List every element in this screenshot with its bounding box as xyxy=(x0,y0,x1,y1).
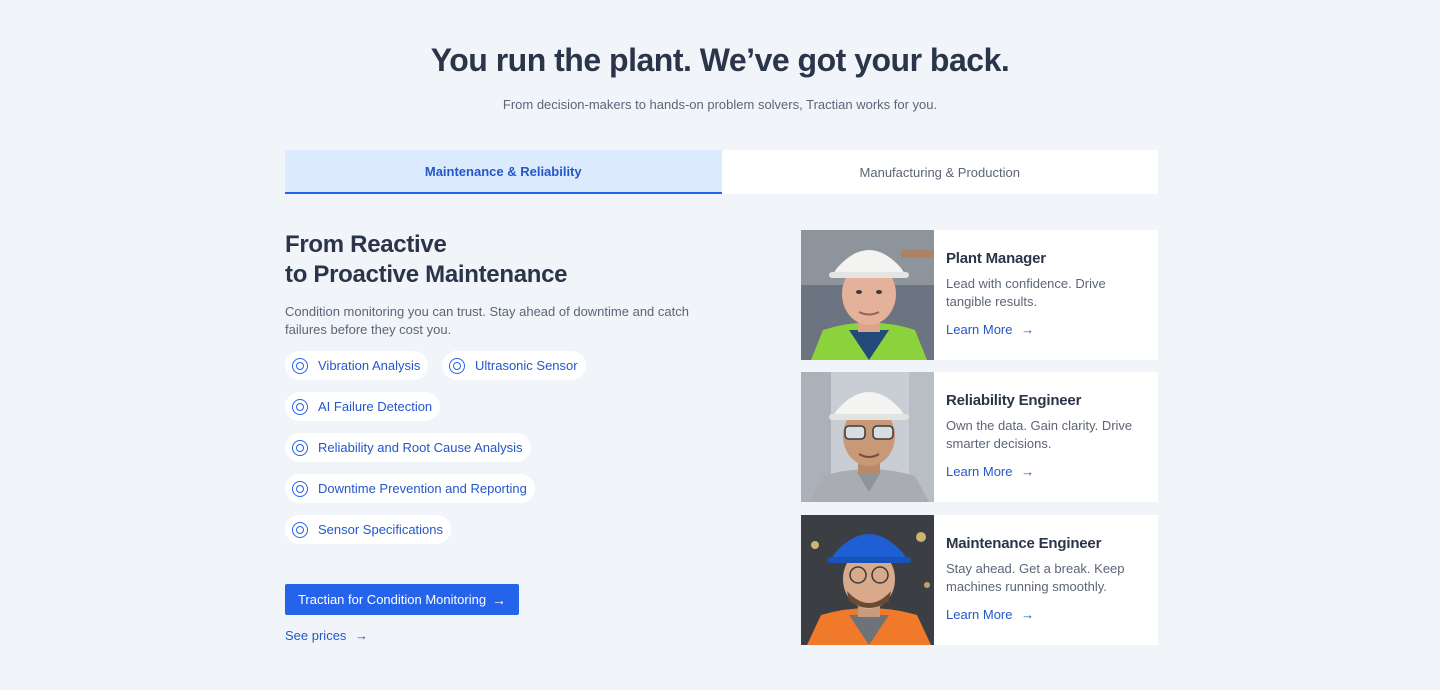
chip-reliability-root-cause[interactable]: Reliability and Root Cause Analysis xyxy=(285,433,531,462)
ring-icon xyxy=(292,398,308,415)
role-description: Lead with confidence. Drive tangible res… xyxy=(946,276,1106,309)
panel-title: From Reactive to Proactive Maintenance xyxy=(285,230,745,290)
learn-more-label: Learn More xyxy=(946,464,1013,479)
chip-label: Downtime Prevention and Reporting xyxy=(318,481,527,496)
learn-more-link[interactable]: Learn More → xyxy=(946,464,1034,479)
role-card-reliability-engineer: Reliability Engineer Own the data. Gain … xyxy=(801,372,1158,502)
chip-label: Ultrasonic Sensor xyxy=(475,358,578,373)
ring-icon xyxy=(292,439,308,456)
chip-downtime-prevention[interactable]: Downtime Prevention and Reporting xyxy=(285,474,535,503)
role-description: Own the data. Gain clarity. Drive smarte… xyxy=(946,418,1133,451)
ring-icon xyxy=(292,480,308,497)
ring-icon xyxy=(292,521,308,538)
panel-title-line2: to Proactive Maintenance xyxy=(285,261,568,288)
learn-more-label: Learn More xyxy=(946,607,1013,622)
audience-tabs: Maintenance & Reliability Manufacturing … xyxy=(285,150,1158,194)
chip-label: Reliability and Root Cause Analysis xyxy=(318,440,523,455)
chip-label: Vibration Analysis xyxy=(318,358,421,373)
plant-manager-photo xyxy=(801,230,934,360)
tab-maintenance-reliability[interactable]: Maintenance & Reliability xyxy=(285,150,722,194)
condition-monitoring-button[interactable]: Tractian for Condition Monitoring → xyxy=(285,584,519,615)
tab-manufacturing-production[interactable]: Manufacturing & Production xyxy=(721,150,1158,194)
chip-sensor-specifications[interactable]: Sensor Specifications xyxy=(285,515,452,544)
chip-vibration-analysis[interactable]: Vibration Analysis xyxy=(285,351,429,380)
ring-icon xyxy=(292,357,308,374)
role-description: Stay ahead. Get a break. Keep machines r… xyxy=(946,561,1125,594)
role-card-plant-manager: Plant Manager Lead with confidence. Driv… xyxy=(801,230,1158,360)
arrow-right-icon: → xyxy=(492,591,507,608)
learn-more-link[interactable]: Learn More → xyxy=(946,322,1034,337)
arrow-right-icon: → xyxy=(355,628,369,643)
arrow-right-icon: → xyxy=(1021,322,1035,337)
see-prices-link[interactable]: See prices → xyxy=(285,628,368,643)
chip-ultrasonic-sensor[interactable]: Ultrasonic Sensor xyxy=(442,351,586,380)
learn-more-link[interactable]: Learn More → xyxy=(946,607,1034,622)
maintenance-engineer-photo xyxy=(801,515,934,645)
arrow-right-icon: → xyxy=(1021,464,1035,479)
role-title: Plant Manager xyxy=(946,250,1046,267)
role-title: Maintenance Engineer xyxy=(946,535,1102,552)
chip-label: AI Failure Detection xyxy=(318,399,433,414)
page-subtitle: From decision-makers to hands-on problem… xyxy=(502,97,938,112)
arrow-right-icon: → xyxy=(1021,607,1035,622)
learn-more-label: Learn More xyxy=(946,322,1013,337)
page-title: You run the plant. We’ve got your back. xyxy=(430,42,1010,78)
chip-ai-failure-detection[interactable]: AI Failure Detection xyxy=(285,392,441,421)
chip-label: Sensor Specifications xyxy=(318,522,444,537)
panel-title-line1: From Reactive xyxy=(285,231,447,258)
see-prices-label: See prices xyxy=(285,628,347,643)
reliability-engineer-photo xyxy=(801,372,934,502)
ring-icon xyxy=(449,357,465,374)
cta-label: Tractian for Condition Monitoring xyxy=(297,592,487,607)
role-title: Reliability Engineer xyxy=(946,392,1082,409)
role-card-maintenance-engineer: Maintenance Engineer Stay ahead. Get a b… xyxy=(801,515,1158,645)
panel-description: Condition monitoring you can trust. Stay… xyxy=(285,304,689,337)
